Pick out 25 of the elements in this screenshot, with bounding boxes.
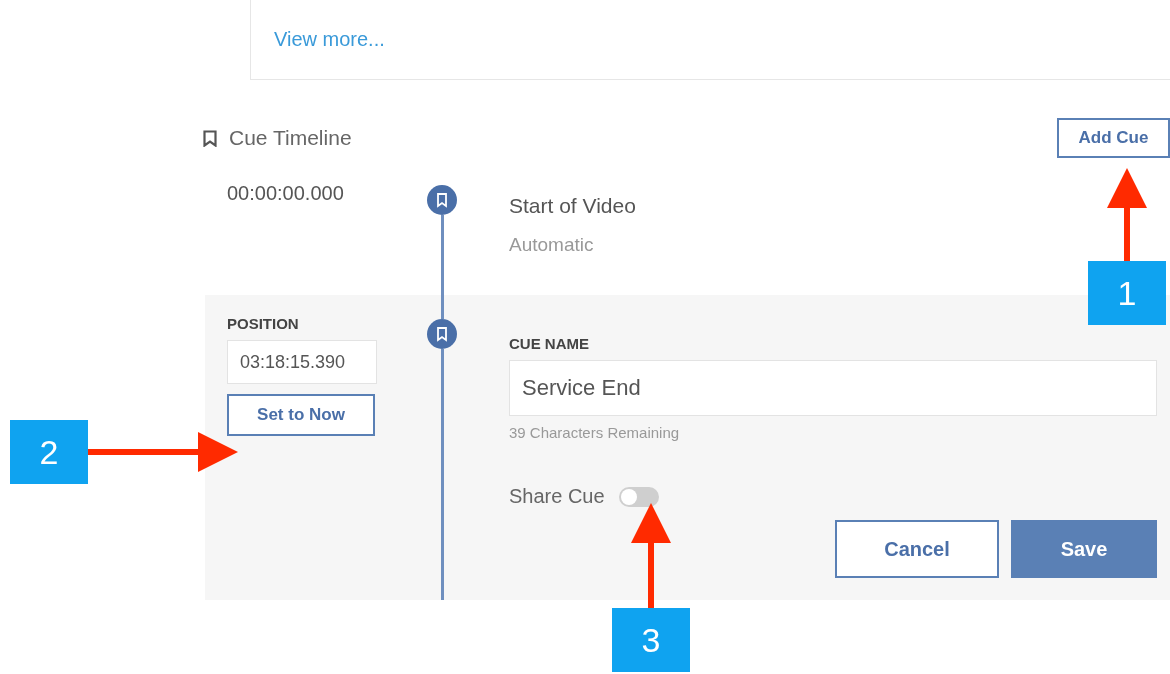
section-title: Cue Timeline: [229, 126, 352, 150]
set-to-now-button[interactable]: Set to Now: [227, 394, 375, 436]
view-more-link[interactable]: View more...: [274, 28, 385, 51]
share-toggle[interactable]: [618, 486, 659, 507]
cue-source: Automatic: [509, 234, 595, 256]
position-label: POSITION: [227, 315, 299, 332]
arrow-icon: [631, 503, 671, 608]
callout-number: 1: [1088, 261, 1166, 325]
add-cue-button[interactable]: Add Cue: [1057, 118, 1170, 158]
cue-name-label: CUE NAME: [509, 335, 590, 352]
characters-remaining: 39 Characters Remaining: [509, 424, 681, 441]
cue-name-field[interactable]: Service End: [509, 360, 1157, 416]
arrow-icon: [88, 432, 238, 472]
callout-number: 2: [10, 420, 88, 484]
bookmark-node-icon: [427, 185, 457, 215]
cue-time: 00:00:00.000: [227, 182, 344, 205]
bookmark-node-icon: [427, 319, 457, 349]
position-field[interactable]: 03:18:15.390: [227, 340, 377, 384]
save-button[interactable]: Save: [1011, 520, 1157, 578]
share-cue-label: Share Cue: [509, 485, 605, 508]
cancel-button[interactable]: Cancel: [835, 520, 999, 578]
callout-number: 3: [612, 608, 690, 672]
cue-name: Start of Video: [509, 194, 637, 218]
bookmark-icon: [203, 129, 217, 147]
arrow-icon: [1107, 168, 1147, 261]
